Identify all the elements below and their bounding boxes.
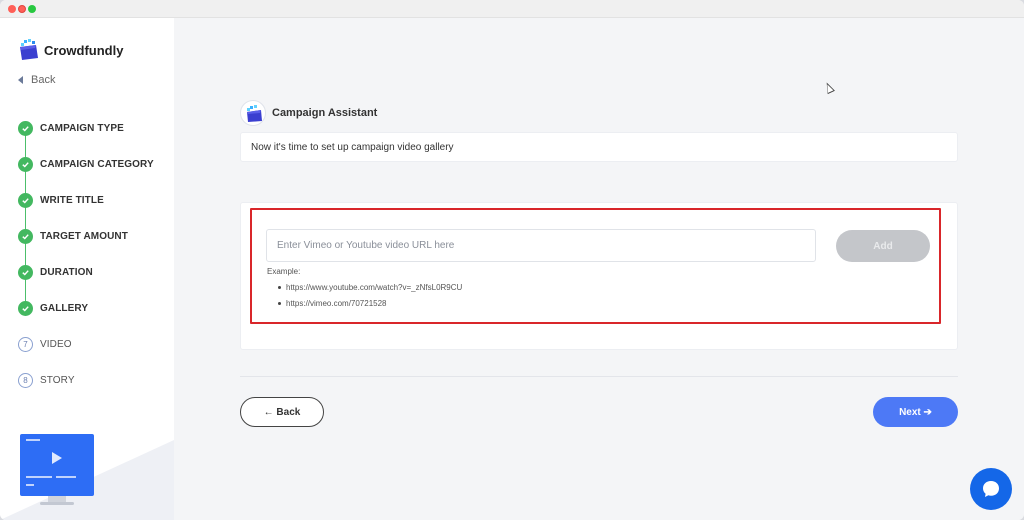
step-target-amount[interactable]: TARGET AMOUNT — [18, 218, 174, 267]
check-circle-icon — [18, 228, 33, 244]
caret-left-icon — [18, 76, 23, 84]
video-url-input[interactable] — [266, 229, 816, 262]
step-label: VIDEO — [40, 338, 72, 350]
chat-support-button[interactable] — [970, 468, 1012, 510]
step-gallery[interactable]: GALLERY — [18, 290, 174, 326]
illustration-bar — [26, 476, 52, 478]
minimize-window-button[interactable] — [18, 5, 26, 13]
brand[interactable]: Crowdfundly — [18, 38, 123, 62]
step-label: WRITE TITLE — [40, 194, 104, 206]
window-titlebar — [0, 0, 1024, 18]
example-url-vimeo: https://vimeo.com/70721528 — [277, 297, 462, 313]
divider — [240, 376, 958, 377]
maximize-window-button[interactable] — [28, 5, 36, 13]
chat-bubble-icon — [983, 481, 999, 497]
step-video[interactable]: 7 VIDEO — [18, 326, 174, 362]
next-button[interactable]: Next ➔ — [873, 397, 958, 427]
monitor-illustration — [20, 434, 94, 496]
brand-name: Crowdfundly — [44, 42, 124, 58]
step-label: CAMPAIGN TYPE — [40, 122, 124, 134]
play-icon — [52, 452, 62, 464]
step-label: TARGET AMOUNT — [40, 230, 128, 242]
check-circle-icon — [18, 120, 33, 136]
sidebar: Crowdfundly Back CAMPAIGN TYPE CAMPAIGN … — [0, 18, 174, 520]
back-button[interactable]: ← Back — [240, 397, 324, 427]
check-circle-icon — [18, 156, 33, 172]
step-number-badge: 8 — [18, 372, 33, 388]
check-circle-icon — [18, 300, 33, 316]
step-number-badge: 7 — [18, 336, 33, 352]
example-url-youtube: https://www.youtube.com/watch?v=_zNfsL0R… — [277, 281, 462, 297]
sidebar-back-label: Back — [31, 74, 56, 86]
step-label: GALLERY — [40, 302, 89, 314]
illustration-bar — [56, 476, 76, 478]
app-window: Crowdfundly Back CAMPAIGN TYPE CAMPAIGN … — [0, 0, 1024, 520]
illustration-bar — [26, 484, 34, 486]
video-illustration — [0, 410, 174, 520]
assistant-avatar — [240, 100, 266, 126]
close-window-button[interactable] — [8, 5, 16, 13]
check-circle-icon — [18, 192, 33, 208]
assistant-name: Campaign Assistant — [272, 107, 378, 119]
example-label: Example: — [267, 267, 301, 276]
step-campaign-category[interactable]: CAMPAIGN CATEGORY — [18, 146, 174, 195]
main-content: Campaign Assistant Now it's time to set … — [174, 18, 1024, 520]
step-label: DURATION — [40, 266, 93, 278]
illustration-bar — [26, 439, 40, 441]
campaign-assistant-header: Campaign Assistant — [240, 100, 377, 126]
crowdfundly-logo-icon — [18, 39, 40, 61]
example-list: https://www.youtube.com/watch?v=_zNfsL0R… — [277, 281, 462, 313]
step-label: STORY — [40, 374, 75, 386]
monitor-base — [40, 502, 74, 505]
assistant-message: Now it's time to set up campaign video g… — [240, 132, 958, 162]
check-circle-icon — [18, 264, 33, 280]
step-story[interactable]: 8 STORY — [18, 362, 174, 398]
step-campaign-type[interactable]: CAMPAIGN TYPE — [18, 110, 174, 159]
add-video-button[interactable]: Add — [836, 230, 930, 262]
step-duration[interactable]: DURATION — [18, 254, 174, 303]
step-write-title[interactable]: WRITE TITLE — [18, 182, 174, 231]
campaign-steps: CAMPAIGN TYPE CAMPAIGN CATEGORY WRITE TI… — [18, 110, 174, 398]
sidebar-back-link[interactable]: Back — [18, 74, 55, 86]
step-label: CAMPAIGN CATEGORY — [40, 158, 154, 170]
